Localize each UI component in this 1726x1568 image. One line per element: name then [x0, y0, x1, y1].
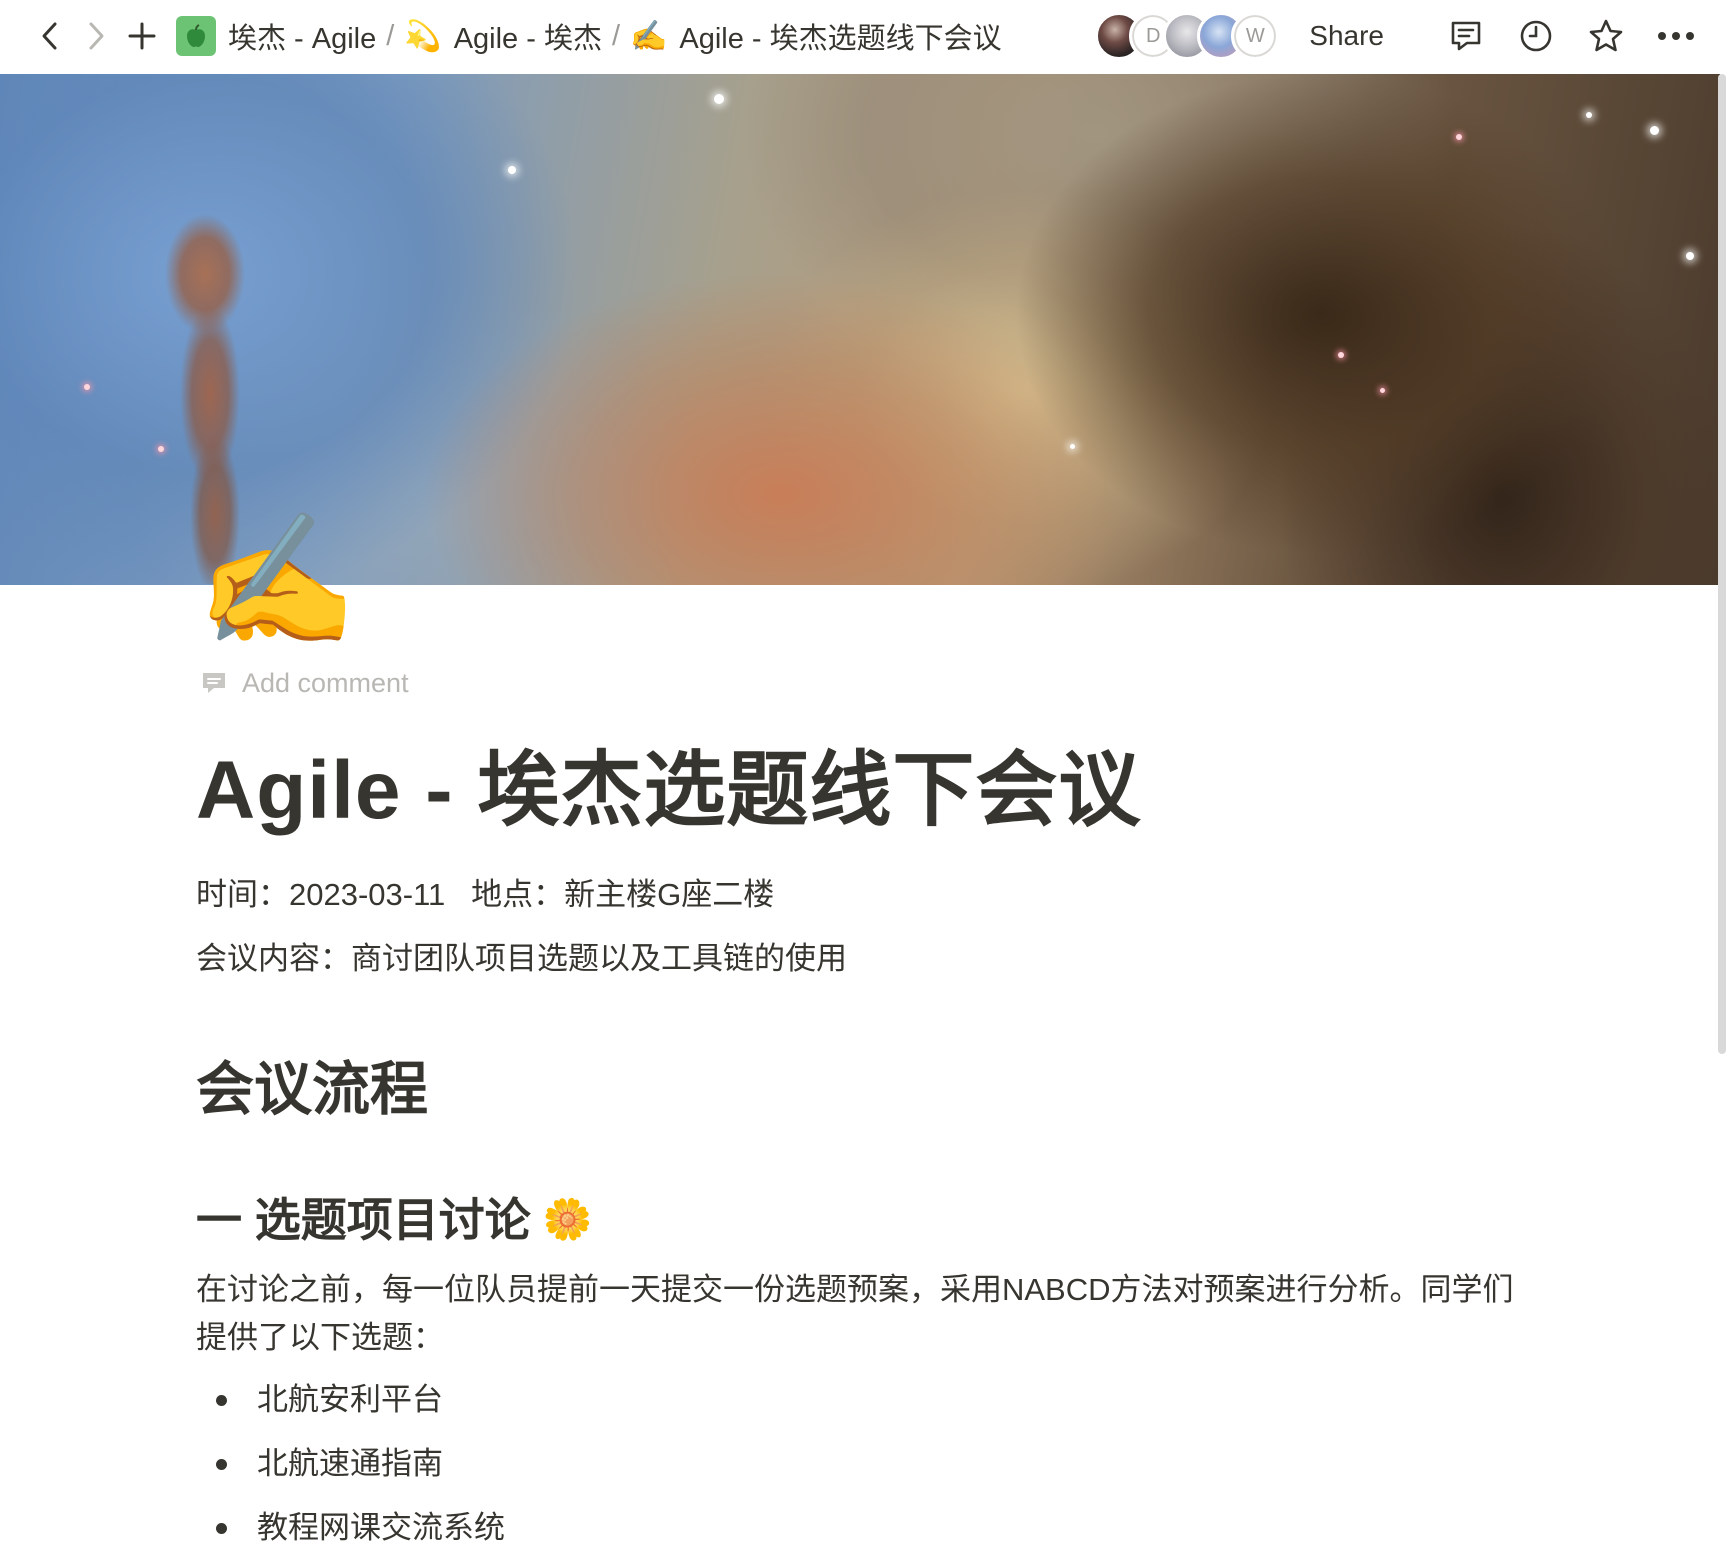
add-comment-button[interactable]: Add comment	[200, 660, 1536, 706]
dizzy-star-icon: 💫	[404, 19, 442, 53]
favorite-star-icon[interactable]	[1584, 14, 1628, 58]
bullet-dot	[216, 1458, 227, 1470]
star	[1338, 352, 1344, 358]
page-content: Add comment Agile - 埃杰选题线下会议 时间：2023-03-…	[196, 660, 1536, 1568]
star	[1380, 388, 1385, 393]
new-page-plus-icon[interactable]	[122, 16, 162, 56]
meeting-content[interactable]: 会议内容：商讨团队项目选题以及工具链的使用	[196, 936, 1536, 982]
comment-icon	[203, 673, 225, 693]
avatar[interactable]: W	[1231, 12, 1280, 60]
add-comment-label: Add comment	[242, 667, 409, 698]
history-clock-icon[interactable]	[1514, 14, 1558, 58]
breadcrumb-item-current[interactable]: ✍️ Agile - 埃杰选题线下会议	[624, 15, 1008, 57]
breadcrumb-label: 埃杰 - Agile	[228, 23, 377, 55]
forward-arrow-icon[interactable]	[76, 16, 116, 56]
section-heading[interactable]: 会议流程	[196, 1052, 1536, 1128]
star	[714, 94, 724, 104]
meeting-time-location[interactable]: 时间：2023-03-11 地点：新主楼G座二楼	[196, 872, 1536, 918]
list-item[interactable]: 北航安利平台	[196, 1376, 1536, 1424]
writing-hand-icon: ✍️	[630, 19, 668, 53]
breadcrumb: 埃杰 - Agile / 💫 Agile - 埃杰 / ✍️ Agile - 埃…	[170, 15, 1008, 57]
more-icon[interactable]	[1654, 14, 1698, 58]
list-item-text: 北航速通指南	[257, 1446, 443, 1481]
star	[84, 384, 90, 390]
star	[158, 446, 164, 452]
breadcrumb-label: Agile - 埃杰	[453, 23, 602, 55]
breadcrumb-separator: /	[611, 19, 621, 52]
topbar-actions: D W Share	[1095, 12, 1698, 60]
avatar-letter: W	[1245, 24, 1265, 47]
topic-list: 北航安利平台 北航速通指南 教程网课交流系统	[196, 1376, 1536, 1552]
subsection-heading[interactable]: 一 选题项目讨论 🌼	[196, 1188, 1536, 1252]
comments-icon[interactable]	[1444, 14, 1488, 58]
star	[1070, 444, 1075, 449]
bullet-dot	[216, 1522, 227, 1534]
back-arrow-icon[interactable]	[30, 16, 70, 56]
list-item[interactable]: 教程网课交流系统	[196, 1504, 1536, 1552]
star	[1650, 126, 1659, 135]
body-paragraph[interactable]: 在讨论之前，每一位队员提前一天提交一份选题预案，采用NABCD方法对预案进行分析…	[196, 1266, 1536, 1362]
blossom-icon: 🌼	[542, 1198, 593, 1242]
writing-hand-icon[interactable]: ✍️	[196, 500, 358, 660]
star	[1686, 252, 1694, 260]
list-item-text: 北航安利平台	[257, 1382, 443, 1417]
green-apple-icon	[176, 16, 216, 56]
vertical-scrollbar[interactable]	[1718, 74, 1726, 1054]
list-item-text: 教程网课交流系统	[257, 1510, 505, 1545]
page-title[interactable]: Agile - 埃杰选题线下会议	[196, 736, 1536, 846]
star	[1456, 134, 1462, 140]
avatar-letter: D	[1146, 24, 1161, 47]
breadcrumb-item-workspace[interactable]: 埃杰 - Agile	[170, 15, 382, 57]
top-bar: 埃杰 - Agile / 💫 Agile - 埃杰 / ✍️ Agile - 埃…	[0, 0, 1726, 72]
share-button[interactable]: Share	[1309, 20, 1384, 52]
breadcrumb-item-parent[interactable]: 💫 Agile - 埃杰	[398, 15, 608, 57]
breadcrumb-separator: /	[386, 19, 395, 52]
collaborator-avatars[interactable]: D W	[1095, 12, 1280, 60]
bullet-dot	[216, 1394, 227, 1406]
list-item[interactable]: 北航速通指南	[196, 1440, 1536, 1488]
star	[1586, 112, 1592, 118]
breadcrumb-label: Agile - 埃杰选题线下会议	[679, 23, 1002, 55]
star	[508, 166, 516, 174]
subsection-heading-text: 一 选题项目讨论	[196, 1194, 531, 1246]
